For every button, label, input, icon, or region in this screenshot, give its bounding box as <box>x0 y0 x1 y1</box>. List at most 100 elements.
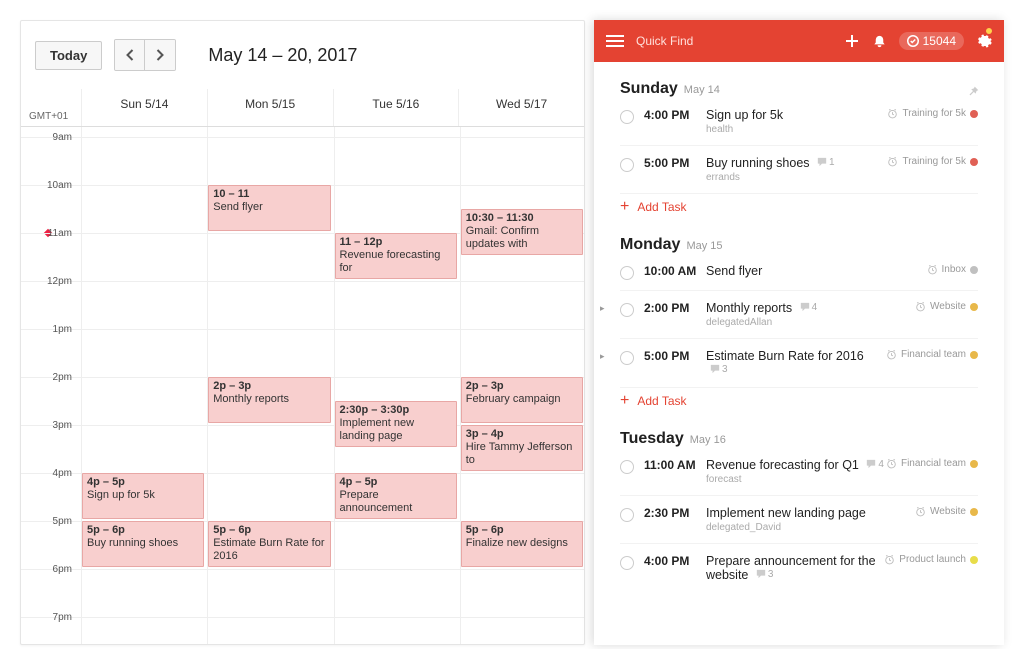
task-time: 4:00 PM <box>644 554 706 568</box>
project-color-icon <box>970 556 978 564</box>
task-row[interactable]: ▸2:00 PMMonthly reports 4delegatedAllanW… <box>620 291 978 339</box>
calendar-event[interactable]: 4p – 5pPrepare announcement <box>335 473 457 519</box>
comment-count[interactable]: 4 <box>866 459 884 470</box>
project-label[interactable]: Training for 5k <box>902 156 966 167</box>
project-label[interactable]: Product launch <box>899 554 966 565</box>
day-section: TuesdayMay 1611:00 AMRevenue forecasting… <box>620 430 978 592</box>
project-color-icon <box>970 303 978 311</box>
project-label[interactable]: Website <box>930 301 966 312</box>
task-row[interactable]: 5:00 PMBuy running shoes 1errandsTrainin… <box>620 146 978 194</box>
calendar-event[interactable]: 4p – 5pSign up for 5k <box>82 473 204 519</box>
hour-label: 7pm <box>21 612 76 623</box>
reminder-icon <box>915 506 926 517</box>
reminder-icon <box>887 156 898 167</box>
day-name: Tuesday <box>620 430 684 448</box>
comment-count[interactable]: 3 <box>710 364 728 375</box>
comment-count[interactable]: 1 <box>817 157 835 168</box>
task-row[interactable]: ▸5:00 PMEstimate Burn Rate for 2016 3Fin… <box>620 339 978 388</box>
task-checkbox[interactable] <box>620 158 634 172</box>
today-button[interactable]: Today <box>35 41 102 70</box>
add-task-button[interactable]: +Add Task <box>620 194 978 228</box>
chevron-left-icon <box>125 49 134 61</box>
task-meta: Website <box>915 301 978 312</box>
task-subtext: delegated_David <box>706 522 915 533</box>
calendar-event[interactable]: 11 – 12pRevenue forecasting for <box>335 233 457 279</box>
expand-icon[interactable]: ▸ <box>600 351 605 362</box>
prev-button[interactable] <box>115 40 145 70</box>
day-header[interactable]: Wed 5/17 <box>458 89 584 126</box>
task-subtext: forecast <box>706 474 886 485</box>
day-header[interactable]: Sun 5/14 <box>81 89 207 126</box>
project-color-icon <box>970 110 978 118</box>
task-checkbox[interactable] <box>620 556 634 570</box>
chevron-right-icon <box>156 49 165 61</box>
calendar-event[interactable]: 2:30p – 3:30pImplement new landing page <box>335 401 457 447</box>
settings-icon[interactable] <box>976 33 992 49</box>
day-header[interactable]: Tue 5/16 <box>333 89 459 126</box>
day-header[interactable]: Mon 5/15 <box>207 89 333 126</box>
calendar-body[interactable]: 9am10am11am12pm1pm2pm3pm4pm5pm6pm7pm10 –… <box>21 127 584 645</box>
project-color-icon <box>970 158 978 166</box>
task-row[interactable]: 11:00 AMRevenue forecasting for Q1 4fore… <box>620 448 978 496</box>
topbar: Quick Find 15044 <box>594 20 1004 62</box>
reminder-icon <box>886 349 897 360</box>
task-main: Prepare announcement for the website 3 <box>706 554 884 582</box>
quick-find-input[interactable]: Quick Find <box>636 34 832 48</box>
calendar-event[interactable]: 5p – 6pFinalize new designs <box>461 521 583 567</box>
add-task-button[interactable]: +Add Task <box>620 388 978 422</box>
task-row[interactable]: 4:00 PMSign up for 5khealthTraining for … <box>620 98 978 146</box>
calendar-toolbar: Today May 14 – 20, 2017 <box>21 21 584 79</box>
expand-icon[interactable]: ▸ <box>600 303 605 314</box>
task-checkbox[interactable] <box>620 460 634 474</box>
column-divider <box>334 127 335 645</box>
task-main: Send flyer <box>706 264 927 278</box>
task-time: 5:00 PM <box>644 156 706 170</box>
task-time: 2:00 PM <box>644 301 706 315</box>
menu-icon[interactable] <box>606 35 624 47</box>
task-checkbox[interactable] <box>620 303 634 317</box>
task-main: Monthly reports 4delegatedAllan <box>706 301 915 328</box>
todoist-panel: Quick Find 15044 SundayMay 144:00 PMSign… <box>594 20 1004 645</box>
task-row[interactable]: 2:30 PMImplement new landing pagedelegat… <box>620 496 978 544</box>
task-checkbox[interactable] <box>620 508 634 522</box>
task-meta: Training for 5k <box>887 108 978 119</box>
task-checkbox[interactable] <box>620 266 634 280</box>
task-title: Monthly reports 4 <box>706 301 915 315</box>
timezone-label: GMT+01 <box>21 89 81 126</box>
calendar-event[interactable]: 10:30 – 11:30Gmail: Confirm updates with <box>461 209 583 255</box>
task-checkbox[interactable] <box>620 351 634 365</box>
task-title: Revenue forecasting for Q1 4 <box>706 458 886 472</box>
day-date: May 14 <box>684 84 720 96</box>
next-button[interactable] <box>145 40 175 70</box>
hour-row: 1pm <box>21 329 584 377</box>
task-row[interactable]: 4:00 PMPrepare announcement for the webs… <box>620 544 978 592</box>
hour-label: 6pm <box>21 564 76 575</box>
project-label[interactable]: Inbox <box>942 264 966 275</box>
calendar-event[interactable]: 5p – 6pBuy running shoes <box>82 521 204 567</box>
calendar-event[interactable]: 10 – 11Send flyer <box>208 185 330 231</box>
comment-count[interactable]: 3 <box>756 569 774 580</box>
add-task-icon[interactable] <box>844 33 860 49</box>
project-color-icon <box>970 460 978 468</box>
calendar-event[interactable]: 2p – 3pFebruary campaign <box>461 377 583 423</box>
task-checkbox[interactable] <box>620 110 634 124</box>
calendar-event[interactable]: 2p – 3pMonthly reports <box>208 377 330 423</box>
plus-icon: + <box>620 201 629 213</box>
task-meta: Training for 5k <box>887 156 978 167</box>
hour-row: 6pm <box>21 569 584 617</box>
task-main: Estimate Burn Rate for 2016 3 <box>706 349 886 377</box>
notifications-icon[interactable] <box>872 34 887 49</box>
calendar-event[interactable]: 3p – 4pHire Tammy Jefferson to <box>461 425 583 471</box>
calendar-event[interactable]: 5p – 6pEstimate Burn Rate for 2016 <box>208 521 330 567</box>
project-label[interactable]: Training for 5k <box>902 108 966 119</box>
karma-score[interactable]: 15044 <box>899 32 964 50</box>
comment-count[interactable]: 4 <box>800 302 818 313</box>
hour-label: 5pm <box>21 516 76 527</box>
project-label[interactable]: Website <box>930 506 966 517</box>
project-label[interactable]: Financial team <box>901 458 966 469</box>
task-meta: Product launch <box>884 554 978 565</box>
task-row[interactable]: 10:00 AMSend flyerInbox <box>620 254 978 291</box>
project-label[interactable]: Financial team <box>901 349 966 360</box>
hour-label: 12pm <box>21 276 76 287</box>
reminder-icon <box>915 301 926 312</box>
